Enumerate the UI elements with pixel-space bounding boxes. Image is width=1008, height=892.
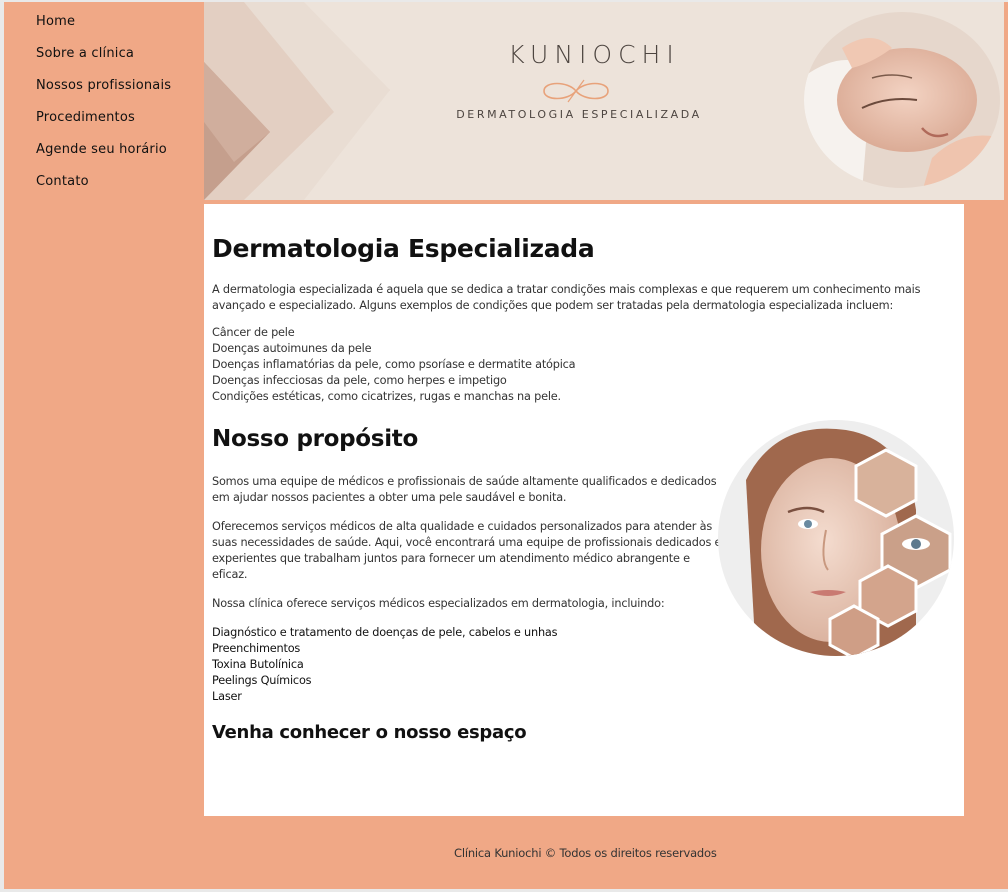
footer-copyright: Clínica Kuniochi © Todos os direitos res…	[454, 846, 717, 860]
purpose-paragraph-3: Nossa clínica oferece serviços médicos e…	[212, 597, 665, 610]
infinity-logo-icon	[543, 79, 609, 103]
skin-analysis-face-photo	[718, 420, 954, 656]
visit-heading: Venha conhecer o nosso espaço	[212, 722, 527, 743]
nav-item-profissionais[interactable]: Nossos profissionais	[36, 78, 171, 93]
nav-item-sobre[interactable]: Sobre a clínica	[36, 46, 134, 61]
purpose-heading: Nosso propósito	[212, 426, 418, 452]
condition-item: Doenças autoimunes da pele	[212, 342, 372, 355]
condition-item: Doenças inflamatórias da pele, como psor…	[212, 358, 576, 371]
service-item: Diagnóstico e tratamento de doenças de p…	[212, 626, 558, 639]
condition-item: Condições estéticas, como cicatrizes, ru…	[212, 390, 561, 403]
purpose-paragraph-1: Somos uma equipe de médicos e profission…	[212, 475, 717, 504]
skincare-treatment-photo	[804, 12, 1000, 188]
intro-paragraph: A dermatologia especializada é aquela qu…	[212, 283, 921, 312]
logo-title: KUNIOCHI	[508, 40, 680, 69]
main-content: Dermatologia Especializada A dermatologi…	[204, 204, 964, 816]
nav-item-agende[interactable]: Agende seu horário	[36, 142, 167, 157]
page-title: Dermatologia Especializada	[212, 234, 595, 263]
service-item: Laser	[212, 690, 242, 703]
service-item: Peelings Químicos	[212, 674, 312, 687]
purpose-paragraph-2: Oferecemos serviços médicos de alta qual…	[212, 520, 722, 581]
condition-item: Doenças infecciosas da pele, como herpes…	[212, 374, 507, 387]
service-item: Preenchimentos	[212, 642, 301, 655]
nav-item-contato[interactable]: Contato	[36, 174, 89, 189]
service-item: Toxina Butolínica	[212, 658, 304, 671]
sidebar-nav: Home Sobre a clínica Nossos profissionai…	[4, 2, 204, 202]
condition-item: Câncer de pele	[212, 326, 295, 339]
nav-item-home[interactable]: Home	[36, 14, 75, 29]
header-banner: KUNIOCHI DERMATOLOGIA ESPECIALIZADA	[204, 2, 1004, 200]
nav-item-procedimentos[interactable]: Procedimentos	[36, 110, 135, 125]
banner-decorative-shapes	[204, 2, 390, 200]
logo-subtitle: DERMATOLOGIA ESPECIALIZADA	[456, 108, 702, 121]
